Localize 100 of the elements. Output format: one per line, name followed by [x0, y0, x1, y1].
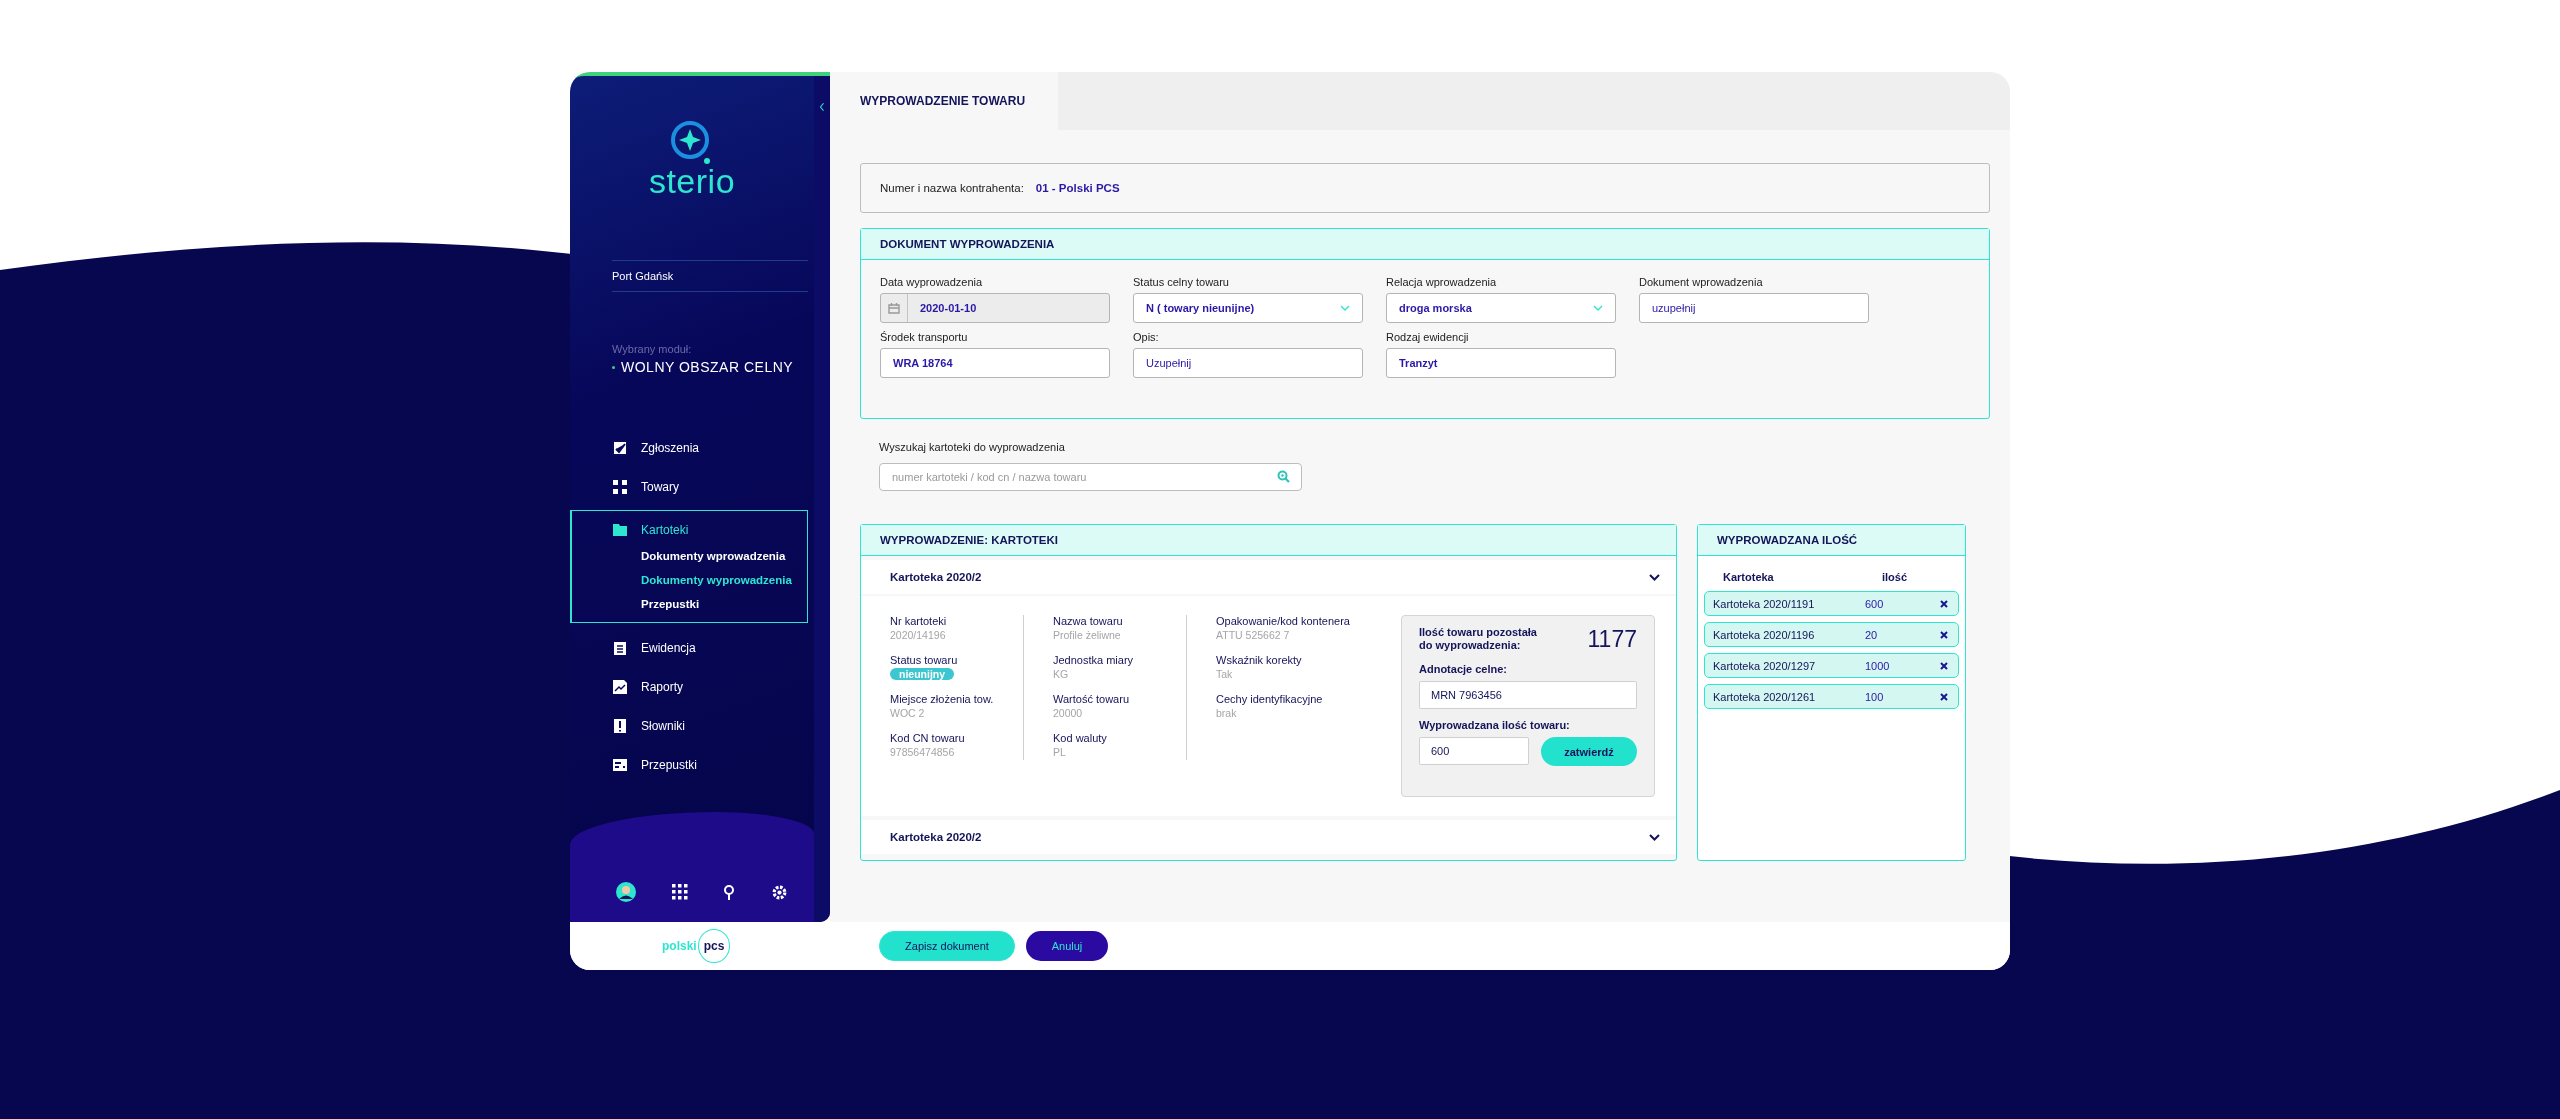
- tab[interactable]: WYPROWADZENIE TOWARU: [830, 72, 1058, 130]
- logo-text: sterio: [648, 164, 736, 198]
- confirm-button[interactable]: zatwierdź: [1541, 737, 1637, 766]
- folder-icon: [612, 522, 628, 538]
- detail-label: Nr kartoteki: [890, 615, 948, 627]
- nav-item[interactable]: Ewidencja: [570, 629, 808, 668]
- calendar-icon: [888, 302, 900, 314]
- accordion-header[interactable]: Kartoteka 2020/2: [861, 560, 1676, 594]
- detail-label: Miejsce złożenia tow.: [890, 693, 995, 705]
- chevron-down-icon: [1593, 305, 1603, 311]
- column-header: Kartoteka: [1723, 571, 1775, 583]
- nav-subitem[interactable]: Przepustki: [641, 598, 807, 610]
- dropdown-field[interactable]: droga morska: [1386, 293, 1616, 323]
- detail-label: Wskaźnik korekty: [1216, 654, 1303, 666]
- detail-label: Jednostka miary: [1053, 654, 1135, 666]
- quantity-value: 100: [1865, 690, 1885, 703]
- detail-value: 2020/14196: [890, 629, 947, 641]
- record-name: Kartoteka 2020/1261: [1713, 690, 1817, 703]
- field-label: Rodzaj ewidencji: [1386, 331, 1470, 343]
- footer-logo: polski pcs: [662, 929, 879, 963]
- close-icon[interactable]: [1940, 661, 1948, 670]
- nav-subitem[interactable]: Dokumenty wyprowadzenia: [641, 574, 807, 586]
- record-name: Kartoteka 2020/1191: [1713, 597, 1816, 610]
- exclamation-icon: [612, 718, 628, 734]
- detail-label: Cechy identyfikacyjne: [1216, 693, 1324, 705]
- nav-item[interactable]: Towary: [570, 468, 808, 507]
- field-label: Środek transportu: [880, 331, 969, 343]
- save-button[interactable]: Zapisz dokument: [879, 931, 1015, 961]
- settings-icon[interactable]: [770, 883, 788, 901]
- detail-value: 20000: [1053, 707, 1084, 719]
- close-icon[interactable]: [1940, 630, 1948, 639]
- dropdown-field[interactable]: N ( towary nieunijne): [1133, 293, 1363, 323]
- status-badge: nieunijny: [890, 668, 955, 680]
- search-label: Wyszukaj kartoteki do wyprowadzenia: [879, 441, 1066, 453]
- field-label: Dokument wprowadzenia: [1639, 276, 1764, 288]
- accordion-header[interactable]: Kartoteka 2020/2: [861, 820, 1676, 854]
- text-field[interactable]: uzupełnij: [1639, 293, 1869, 323]
- panel-header: WYPROWADZENIE: KARTOTEKI: [861, 525, 1676, 556]
- module-caption: Wybrany moduł:: [612, 343, 693, 355]
- field-label: Relacja wprowadzenia: [1386, 276, 1498, 288]
- remaining-label: Ilość towaru pozostała do wyprowadzenia:: [1419, 626, 1538, 652]
- chevron-down-icon: [1649, 833, 1660, 841]
- detail-value: ATTU 525662 7: [1216, 629, 1291, 641]
- nav-subitem[interactable]: Dokumenty wprowadzenia: [641, 550, 807, 562]
- search-field[interactable]: numer kartoteki / kod cn / nazwa towaru: [879, 463, 1302, 491]
- nav-item[interactable]: Kartoteki: [572, 511, 807, 550]
- quantity-value: 20: [1865, 628, 1879, 641]
- column-header: ilość: [1882, 571, 1908, 583]
- detail-label: Wartość towaru: [1053, 693, 1130, 705]
- detail-value: brak: [1216, 707, 1238, 719]
- grid-icon: [612, 479, 628, 495]
- detail-label: Kod CN towaru: [890, 732, 966, 744]
- search-icon: [1277, 470, 1290, 483]
- detail-label: Nazwa towaru: [1053, 615, 1124, 627]
- chevron-down-icon: [1649, 573, 1660, 581]
- nav-item[interactable]: Przepustki: [570, 746, 808, 785]
- nav-item[interactable]: Słowniki: [570, 707, 808, 746]
- cancel-button[interactable]: Anuluj: [1026, 931, 1108, 961]
- quantity-field[interactable]: 600: [1419, 737, 1529, 765]
- detail-value: Tak: [1216, 668, 1234, 680]
- avatar-icon[interactable]: [616, 882, 636, 902]
- remaining-value: 1177: [1587, 626, 1637, 653]
- text-field[interactable]: WRA 18764: [880, 348, 1110, 378]
- field-label: Status celny towaru: [1133, 276, 1230, 288]
- location-label[interactable]: Port Gdańsk: [612, 260, 808, 292]
- detail-value: Profile żeliwne: [1053, 629, 1122, 641]
- quantity-value: 600: [1865, 597, 1885, 610]
- document-check-icon: [612, 440, 628, 456]
- chevron-left-icon[interactable]: [819, 102, 825, 112]
- annotation-label: Adnotacje celne:: [1419, 663, 1509, 675]
- text-field[interactable]: Uzupełnij: [1133, 348, 1363, 378]
- nav-item[interactable]: Raporty: [570, 668, 808, 707]
- quantity-value: 1000: [1865, 659, 1891, 672]
- card-icon: [612, 757, 628, 773]
- chevron-down-icon: [1340, 305, 1350, 311]
- module-name: WOLNY OBSZAR CELNY: [621, 359, 794, 375]
- field-label: Opis:: [1133, 331, 1160, 343]
- detail-value: 97856474856: [890, 746, 956, 758]
- apps-grid-icon[interactable]: [671, 884, 688, 900]
- detail-value: KG: [1053, 668, 1070, 680]
- detail-value: WOC 2: [890, 707, 926, 719]
- bullet-icon: [612, 365, 615, 369]
- detail-label: Opakowanie/kod kontenera: [1216, 615, 1351, 627]
- close-icon[interactable]: [1940, 692, 1948, 701]
- quantity-label: Wyprowadzana ilość towaru:: [1419, 719, 1571, 731]
- close-icon[interactable]: [1940, 599, 1948, 608]
- detail-value: PL: [1053, 746, 1067, 758]
- nav-item[interactable]: Zgłoszenia: [570, 429, 808, 468]
- date-field[interactable]: 2020-01-10: [880, 293, 1110, 323]
- text-field[interactable]: Tranzyt: [1386, 348, 1616, 378]
- detail-label: Status towaru: [890, 654, 959, 666]
- field-label: Data wyprowadzenia: [880, 276, 984, 288]
- annotation-field[interactable]: MRN 7963456: [1419, 681, 1637, 709]
- panel-header: DOKUMENT WYPROWADZENIA: [861, 229, 1989, 260]
- contractor-label: Numer i nazwa kontrahenta:: [880, 182, 1024, 194]
- chart-icon: [612, 679, 628, 695]
- record-name: Kartoteka 2020/1196: [1713, 628, 1816, 641]
- detail-label: Kod waluty: [1053, 732, 1108, 744]
- panel-header: WYPROWADZANA ILOŚĆ: [1698, 525, 1965, 556]
- pin-icon[interactable]: [723, 883, 736, 901]
